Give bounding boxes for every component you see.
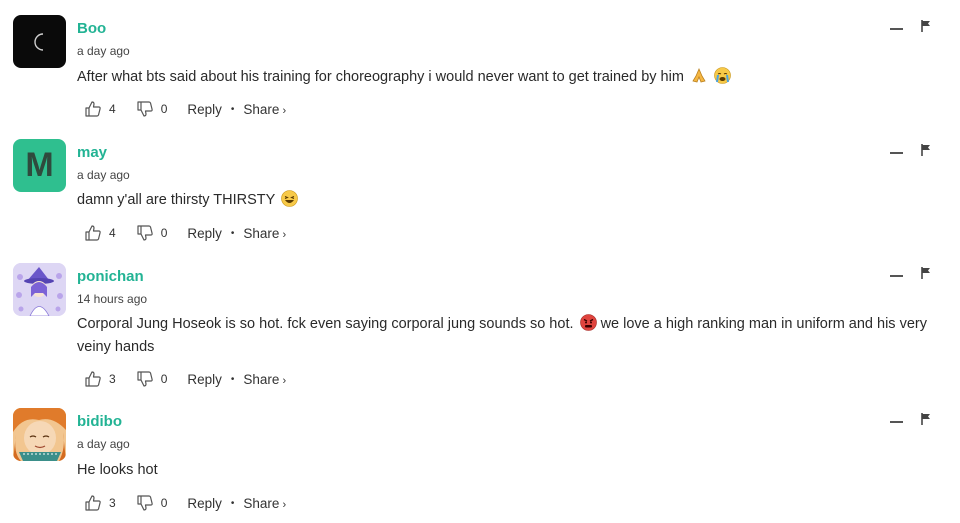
minimize-icon[interactable] — [890, 28, 903, 30]
like-count: 3 — [109, 372, 116, 386]
reply-button[interactable]: Reply — [187, 496, 222, 511]
thumbs-down-icon[interactable] — [136, 100, 154, 118]
chevron-right-icon: › — [282, 374, 287, 387]
dislike-count: 0 — [160, 496, 168, 510]
comment-actions: 3 0 Reply • Share › — [84, 493, 286, 513]
share-label[interactable]: Share — [243, 496, 279, 511]
crescent-moon-icon — [33, 32, 43, 51]
anime-character-image — [13, 408, 66, 461]
share-button[interactable]: Share › — [243, 372, 286, 387]
avatar[interactable] — [13, 15, 66, 68]
share-button[interactable]: Share › — [243, 496, 286, 511]
thumbs-up-icon[interactable] — [84, 224, 102, 242]
crying-face-emoji — [714, 67, 731, 84]
comment-actions: 4 0 Reply • Share › — [84, 223, 286, 243]
comment-text: He looks hot — [77, 459, 952, 482]
share-label[interactable]: Share — [243, 102, 279, 117]
username[interactable]: Boo — [77, 20, 106, 37]
witch-anime-image — [13, 263, 66, 316]
reply-button[interactable]: Reply — [187, 226, 222, 241]
comment-actions: 3 0 Reply • Share › — [84, 369, 286, 389]
timestamp[interactable]: a day ago — [77, 44, 130, 58]
thumbs-down-icon[interactable] — [136, 370, 154, 388]
separator-dot: • — [230, 227, 235, 239]
chevron-right-icon: › — [282, 104, 287, 117]
thumbs-up-icon[interactable] — [84, 370, 102, 388]
reply-button[interactable]: Reply — [187, 102, 222, 117]
like-count: 4 — [109, 102, 116, 116]
chevron-right-icon: › — [282, 498, 287, 511]
dislike-count: 0 — [160, 226, 168, 240]
separator-dot: • — [230, 373, 235, 385]
thumbs-up-icon[interactable] — [84, 494, 102, 512]
avatar[interactable]: M — [13, 139, 66, 192]
share-button[interactable]: Share › — [243, 102, 286, 117]
username[interactable]: bidibo — [77, 413, 122, 430]
comment-text-content: damn y'all are thirsty THIRSTY — [77, 192, 276, 208]
angry-face-emoji — [579, 314, 597, 331]
like-count: 3 — [109, 496, 116, 510]
share-button[interactable]: Share › — [243, 226, 286, 241]
username[interactable]: may — [77, 144, 107, 161]
minimize-icon[interactable] — [890, 152, 903, 154]
separator-dot: • — [230, 103, 235, 115]
username[interactable]: ponichan — [77, 268, 144, 285]
comment-text-content: After what bts said about his training f… — [77, 69, 684, 85]
separator-dot: • — [230, 497, 235, 509]
reply-button[interactable]: Reply — [187, 372, 222, 387]
dislike-count: 0 — [160, 102, 168, 116]
comment-text: After what bts said about his training f… — [77, 66, 952, 89]
minimize-icon[interactable] — [890, 275, 903, 277]
chevron-right-icon: › — [282, 228, 287, 241]
folded-hands-emoji — [690, 67, 708, 84]
thumbs-up-icon[interactable] — [84, 100, 102, 118]
dislike-count: 0 — [160, 372, 168, 386]
comment-text: Corporal Jung Hoseok is so hot. fck even… — [77, 313, 952, 359]
share-label[interactable]: Share — [243, 372, 279, 387]
timestamp[interactable]: a day ago — [77, 168, 130, 182]
thumbs-down-icon[interactable] — [136, 494, 154, 512]
avatar-letter: M — [25, 146, 54, 184]
timestamp[interactable]: a day ago — [77, 437, 130, 451]
thumbs-down-icon[interactable] — [136, 224, 154, 242]
flag-icon[interactable] — [921, 267, 931, 279]
like-count: 4 — [109, 226, 116, 240]
flag-icon[interactable] — [921, 144, 931, 156]
comment-text-content: Corporal Jung Hoseok is so hot. fck even… — [77, 316, 574, 332]
comment-actions: 4 0 Reply • Share › — [84, 99, 286, 119]
laughing-face-emoji — [281, 190, 298, 207]
comment-text-content: He looks hot — [77, 462, 158, 478]
flag-icon[interactable] — [921, 413, 931, 425]
share-label[interactable]: Share — [243, 226, 279, 241]
comment-text: damn y'all are thirsty THIRSTY — [77, 189, 952, 212]
minimize-icon[interactable] — [890, 421, 903, 423]
avatar[interactable] — [13, 263, 66, 316]
flag-icon[interactable] — [921, 20, 931, 32]
avatar[interactable] — [13, 408, 66, 461]
timestamp[interactable]: 14 hours ago — [77, 292, 147, 306]
